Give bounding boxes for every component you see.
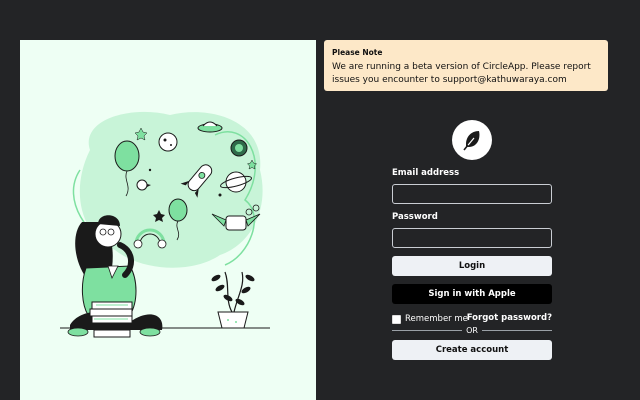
remember-me-checkbox[interactable] <box>392 314 401 324</box>
or-label: OR <box>466 325 478 335</box>
password-label: Password <box>392 212 438 222</box>
password-field[interactable] <box>392 228 552 248</box>
forgot-password-link[interactable]: Forgot password? <box>467 313 552 323</box>
notice-title: Please Note <box>332 48 383 57</box>
feather-icon <box>463 131 480 151</box>
sign-in-with-apple-button[interactable]: Sign in with Apple <box>392 284 552 304</box>
divider-line-left <box>392 329 463 331</box>
email-field[interactable] <box>392 184 552 204</box>
divider-line-right <box>481 329 553 331</box>
remember-me-checkbox-row[interactable]: Remember me <box>392 313 468 325</box>
create-account-button[interactable]: Create account <box>392 340 552 360</box>
notice-body: We are running a beta version of CircleA… <box>332 62 591 85</box>
beta-notice-banner: Please Note We are running a beta versio… <box>324 40 608 91</box>
login-button[interactable]: Login <box>392 256 552 276</box>
email-label: Email address <box>392 168 460 178</box>
daydream-illustration <box>60 111 270 338</box>
illustration-panel <box>20 40 316 400</box>
app-logo <box>452 120 492 160</box>
remember-me-label: Remember me <box>405 314 468 324</box>
or-divider: OR <box>392 325 553 335</box>
